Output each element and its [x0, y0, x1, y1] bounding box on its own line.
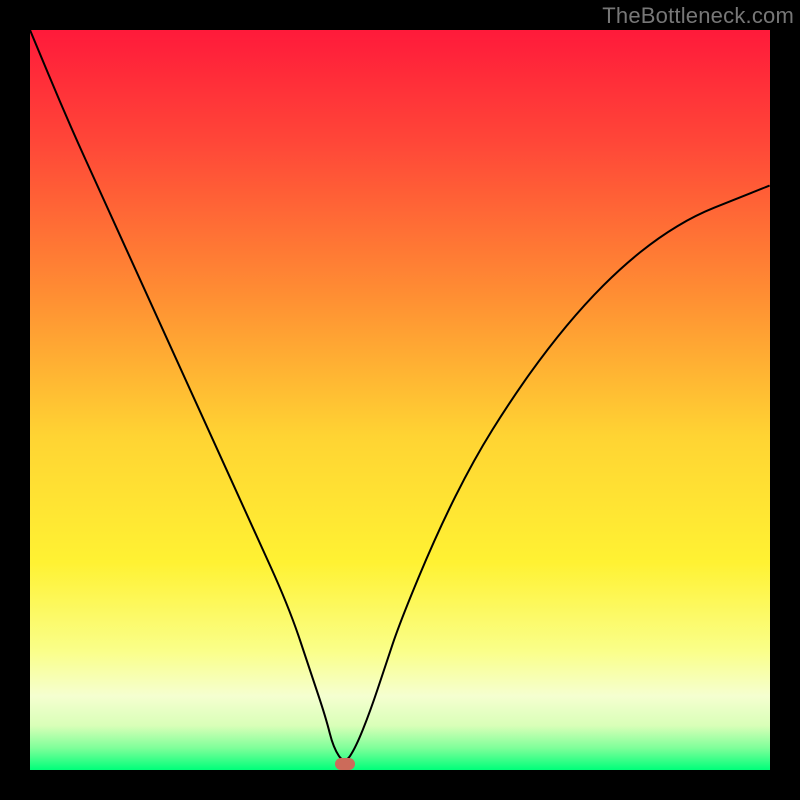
plot-area [30, 30, 770, 770]
curve-layer [30, 30, 770, 770]
bottleneck-curve [30, 30, 770, 760]
chart-container: TheBottleneck.com [0, 0, 800, 800]
bottleneck-marker [335, 758, 355, 770]
watermark-text: TheBottleneck.com [602, 3, 794, 29]
